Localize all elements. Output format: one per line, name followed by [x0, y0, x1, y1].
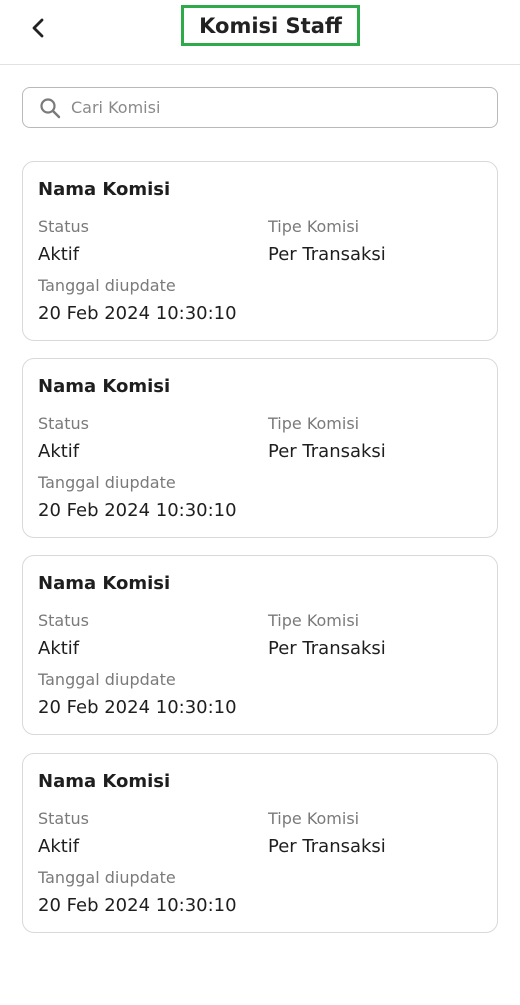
commission-card[interactable]: Nama Komisi Status Aktif Tipe Komisi Per…: [22, 358, 498, 538]
updated-value: 20 Feb 2024 10:30:10: [38, 697, 237, 718]
type-value: Per Transaksi: [268, 836, 386, 857]
search-input[interactable]: [69, 97, 463, 118]
status-label: Status: [38, 809, 89, 828]
search-icon: [40, 97, 61, 118]
updated-value: 20 Feb 2024 10:30:10: [38, 895, 237, 916]
commission-card[interactable]: Nama Komisi Status Aktif Tipe Komisi Per…: [22, 161, 498, 341]
status-label: Status: [38, 217, 89, 236]
status-label: Status: [38, 611, 89, 630]
type-value: Per Transaksi: [268, 244, 386, 265]
updated-label: Tanggal diupdate: [38, 670, 176, 689]
updated-value: 20 Feb 2024 10:30:10: [38, 500, 237, 521]
status-value: Aktif: [38, 836, 80, 857]
commission-card[interactable]: Nama Komisi Status Aktif Tipe Komisi Per…: [22, 555, 498, 735]
commission-name: Nama Komisi: [38, 771, 171, 792]
status-value: Aktif: [38, 638, 80, 659]
type-value: Per Transaksi: [268, 638, 386, 659]
type-label: Tipe Komisi: [268, 217, 360, 236]
commission-name: Nama Komisi: [38, 376, 171, 397]
back-button[interactable]: [24, 14, 52, 42]
updated-value: 20 Feb 2024 10:30:10: [38, 303, 237, 324]
updated-label: Tanggal diupdate: [38, 473, 176, 492]
status-value: Aktif: [38, 244, 80, 265]
status-label: Status: [38, 414, 89, 433]
commission-name: Nama Komisi: [38, 179, 171, 200]
status-value: Aktif: [38, 441, 80, 462]
type-value: Per Transaksi: [268, 441, 386, 462]
commission-card[interactable]: Nama Komisi Status Aktif Tipe Komisi Per…: [22, 753, 498, 933]
type-label: Tipe Komisi: [268, 414, 360, 433]
search-bar[interactable]: [22, 87, 498, 128]
page-title: Komisi Staff: [199, 13, 342, 38]
app-header: Komisi Staff: [0, 0, 520, 65]
chevron-left-icon: [32, 18, 44, 38]
updated-label: Tanggal diupdate: [38, 276, 176, 295]
updated-label: Tanggal diupdate: [38, 868, 176, 887]
type-label: Tipe Komisi: [268, 611, 360, 630]
commission-name: Nama Komisi: [38, 573, 171, 594]
type-label: Tipe Komisi: [268, 809, 360, 828]
page-title-highlight: Komisi Staff: [181, 5, 360, 46]
